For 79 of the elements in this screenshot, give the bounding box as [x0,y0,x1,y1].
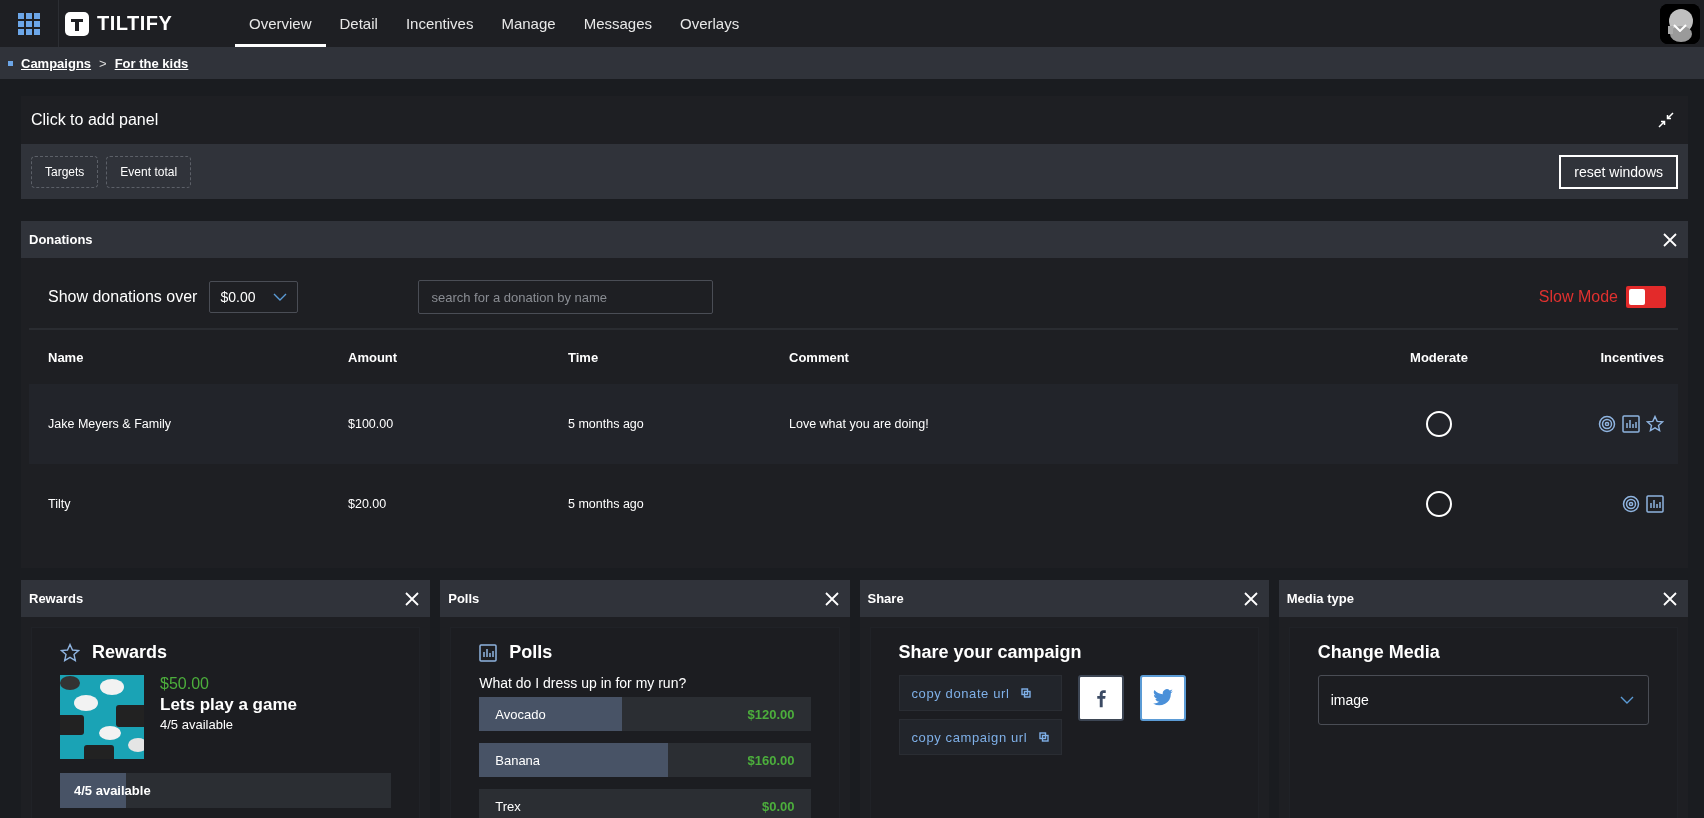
panel-heading: Polls [509,642,553,663]
reward-price: $50.00 [160,675,210,693]
facebook-button[interactable] [1078,675,1125,721]
chevron-down-icon[interactable] [1673,23,1687,32]
copy-link-button[interactable]: copy donate url [898,675,1063,711]
column-header: Incentives [1600,349,1664,365]
breadcrumb-link[interactable]: Campaigns [21,55,92,71]
poll-option: Trex $0.00 [479,789,811,818]
panel-title: Rewards [29,591,84,606]
slow-mode-label: Slow Mode [1538,288,1618,306]
nav-tab[interactable]: Overlays [666,0,754,47]
column-header: Comment [789,349,850,365]
column-header: Time [568,349,600,365]
column-header: Amount [348,349,399,365]
bird-icon [1152,689,1175,707]
poll-option: Avocado $120.00 [479,697,811,731]
copy-link-button[interactable]: copy campaign url [898,719,1063,755]
chevron-down-icon [273,293,288,301]
table-cell-text: 5 months ago [568,417,645,431]
facebook-icon [1096,688,1107,708]
close-icon[interactable] [1662,590,1678,607]
moderate-checkbox[interactable] [1426,491,1452,517]
column-header: Name [48,349,85,365]
panel-heading: Rewards [92,642,168,663]
avatar[interactable] [1660,3,1700,44]
close-icon[interactable] [823,590,840,607]
media-dropdown[interactable]: image [1317,675,1649,725]
column-header: Moderate [1410,349,1468,365]
table-cell-text: Tilty [48,497,72,511]
reward-name: Lets play a game [160,695,297,715]
table-cell-text: $20.00 [348,497,388,511]
search-field[interactable]: search for a donation by name [418,280,714,314]
apps-grid-icon[interactable] [18,12,40,35]
amount-dropdown[interactable]: $0.00 [209,281,299,313]
target-icon[interactable] [1622,495,1640,513]
logo-icon [65,11,89,36]
table-cell-text: 5 months ago [568,497,645,511]
target-icon[interactable] [1598,415,1616,433]
breadcrumb-link[interactable]: For the kids [114,55,189,71]
table-cell-text: Love what you are doing! [789,417,930,431]
panel-title: Share [867,591,904,606]
slow-mode-toggle[interactable] [1626,286,1666,308]
star-icon[interactable] [1646,415,1664,433]
nav-tab[interactable]: Detail [325,0,392,47]
poll-question: What do I dress up in for my run? [479,675,688,691]
reward-availability: 4/5 available [160,717,234,732]
panel-chip[interactable]: Event total [106,155,192,188]
close-icon[interactable] [1662,231,1678,248]
panel-heading: Share your campaign [898,642,1082,663]
bullet-icon [8,60,13,66]
twitter-button[interactable] [1140,675,1187,721]
filter-label: Show donations over [48,288,198,306]
add-panel-title[interactable]: Click to add panel [31,111,159,129]
brand-name[interactable]: TILTIFY [97,12,173,35]
poll-option: Banana $160.00 [479,743,811,777]
star-icon [60,642,80,663]
table-cell-text: $100.00 [348,417,395,431]
bar-chart-icon[interactable] [479,643,498,662]
bar-chart-icon[interactable] [1646,495,1664,513]
nav-tab[interactable]: Incentives [391,0,488,47]
collapse-icon[interactable] [1658,112,1674,128]
panel-heading: Change Media [1317,642,1440,663]
moderate-checkbox[interactable] [1426,411,1452,437]
panel-title: Media type [1286,591,1354,606]
nav-tab[interactable]: Messages [569,0,666,47]
close-icon[interactable] [1242,590,1259,607]
table-cell-text: Jake Meyers & Family [48,417,172,431]
panel-title: Polls [448,591,480,606]
copy-icon [1021,688,1032,698]
bar-label: 4/5 available [73,783,151,798]
copy-icon [1039,732,1050,742]
reset-button[interactable]: reset windows [1559,154,1678,189]
bar-chart-icon[interactable] [1622,415,1640,433]
close-icon[interactable] [404,590,421,607]
chevron-down-icon [1620,696,1634,704]
breadcrumb-separator: > [99,55,107,71]
panel-chip[interactable]: Targets [31,155,99,188]
panel-title: Donations [29,232,93,247]
nav-tab[interactable]: Manage [487,0,570,47]
